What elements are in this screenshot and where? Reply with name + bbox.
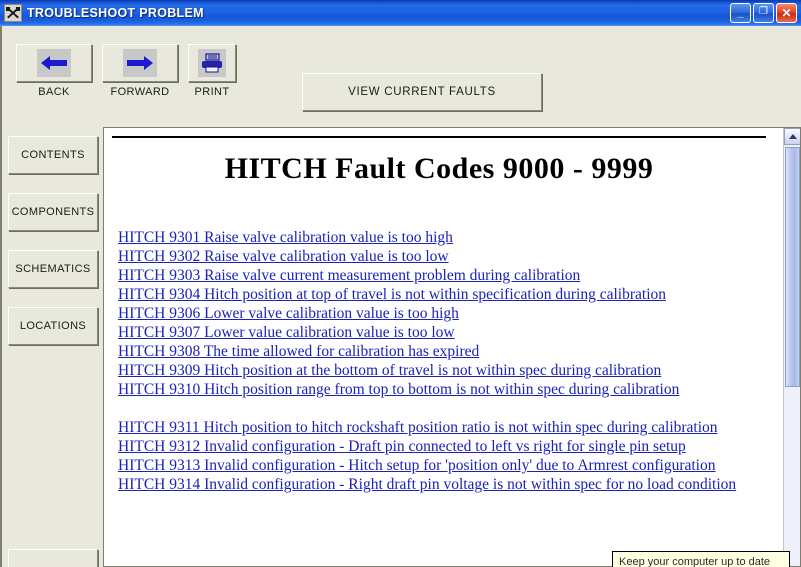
vertical-scrollbar[interactable] xyxy=(783,128,800,566)
list-item[interactable]: HITCH 9314 Invalid configuration - Right… xyxy=(118,475,766,494)
window-controls: _ ❐ ✕ xyxy=(730,3,797,23)
print-label: PRINT xyxy=(194,86,230,98)
minimize-icon: _ xyxy=(737,7,744,19)
list-item[interactable]: HITCH 9313 Invalid configuration - Hitch… xyxy=(118,456,766,475)
arrow-left-icon xyxy=(37,49,71,77)
back-button[interactable] xyxy=(16,44,92,82)
list-item[interactable]: HITCH 9304 Hitch position at top of trav… xyxy=(118,285,766,304)
list-item[interactable]: HITCH 9308 The time allowed for calibrat… xyxy=(118,342,766,361)
list-item[interactable]: HITCH 9312 Invalid configuration - Draft… xyxy=(118,437,766,456)
list-item[interactable]: HITCH 9306 Lower valve calibration value… xyxy=(118,304,766,323)
restore-icon: ❐ xyxy=(759,6,768,17)
title-bar: TROUBLESHOOT PROBLEM _ ❐ ✕ xyxy=(0,0,801,26)
window-title: TROUBLESHOOT PROBLEM xyxy=(27,6,204,20)
toolbar-buttons: BACK FORWARD PRINT xyxy=(16,44,236,98)
view-current-faults-button[interactable]: VIEW CURRENT FAULTS xyxy=(302,73,542,111)
close-button[interactable]: ✕ xyxy=(776,3,797,23)
list-item[interactable]: HITCH 9301 Raise valve calibration value… xyxy=(118,228,766,247)
fault-code-link-list: HITCH 9301 Raise valve calibration value… xyxy=(112,228,766,494)
troubleshoot-problem-window: TROUBLESHOOT PROBLEM _ ❐ ✕ BACK FORWARD … xyxy=(0,0,801,567)
list-item[interactable]: HITCH 9310 Hitch position range from top… xyxy=(118,380,766,399)
list-item[interactable]: HITCH 9302 Raise valve calibration value… xyxy=(118,247,766,266)
heading-rule xyxy=(112,136,766,138)
minimize-button[interactable]: _ xyxy=(730,3,751,23)
back-label: BACK xyxy=(38,86,70,98)
list-item[interactable]: HITCH 9303 Raise valve current measureme… xyxy=(118,266,766,285)
forward-label: FORWARD xyxy=(110,86,170,98)
list-item[interactable]: HITCH 9307 Lower value calibration value… xyxy=(118,323,766,342)
printer-icon xyxy=(198,49,226,77)
list-item[interactable]: HITCH 9311 Hitch position to hitch rocks… xyxy=(118,418,766,437)
toolbar: BACK FORWARD PRINT VIEW CURRENT FAULTS xyxy=(0,26,801,124)
arrow-right-icon xyxy=(123,49,157,77)
sidebar-item-components[interactable]: COMPONENTS xyxy=(8,193,98,231)
page-title: HITCH Fault Codes 9000 - 9999 xyxy=(224,152,654,185)
back-tool: BACK xyxy=(16,44,92,98)
notification-balloon[interactable]: Keep your computer up to date xyxy=(612,551,790,567)
sidebar-item-contents[interactable]: CONTENTS xyxy=(8,136,98,174)
list-item[interactable]: HITCH 9309 Hitch position at the bottom … xyxy=(118,361,766,380)
print-tool: PRINT xyxy=(188,44,236,98)
crossed-tools-icon xyxy=(4,4,22,22)
scroll-up-icon[interactable] xyxy=(784,128,800,145)
body-area: CONTENTS COMPONENTS SCHEMATICS LOCATIONS… xyxy=(0,124,801,567)
close-icon: ✕ xyxy=(781,6,792,20)
sidebar-item-locations[interactable]: LOCATIONS xyxy=(8,307,98,345)
scrollbar-thumb[interactable] xyxy=(785,147,800,387)
sidebar-item-schematics[interactable]: SCHEMATICS xyxy=(8,250,98,288)
sidebar-item-partial[interactable] xyxy=(8,549,98,567)
forward-tool: FORWARD xyxy=(102,44,178,98)
document-body: HITCH Fault Codes 9000 - 9999 HITCH 9301… xyxy=(104,128,774,566)
print-button[interactable] xyxy=(188,44,236,82)
content-pane: HITCH Fault Codes 9000 - 9999 HITCH 9301… xyxy=(103,127,801,567)
sidebar: CONTENTS COMPONENTS SCHEMATICS LOCATIONS xyxy=(4,124,101,567)
forward-button[interactable] xyxy=(102,44,178,82)
maximize-restore-button[interactable]: ❐ xyxy=(753,3,774,23)
